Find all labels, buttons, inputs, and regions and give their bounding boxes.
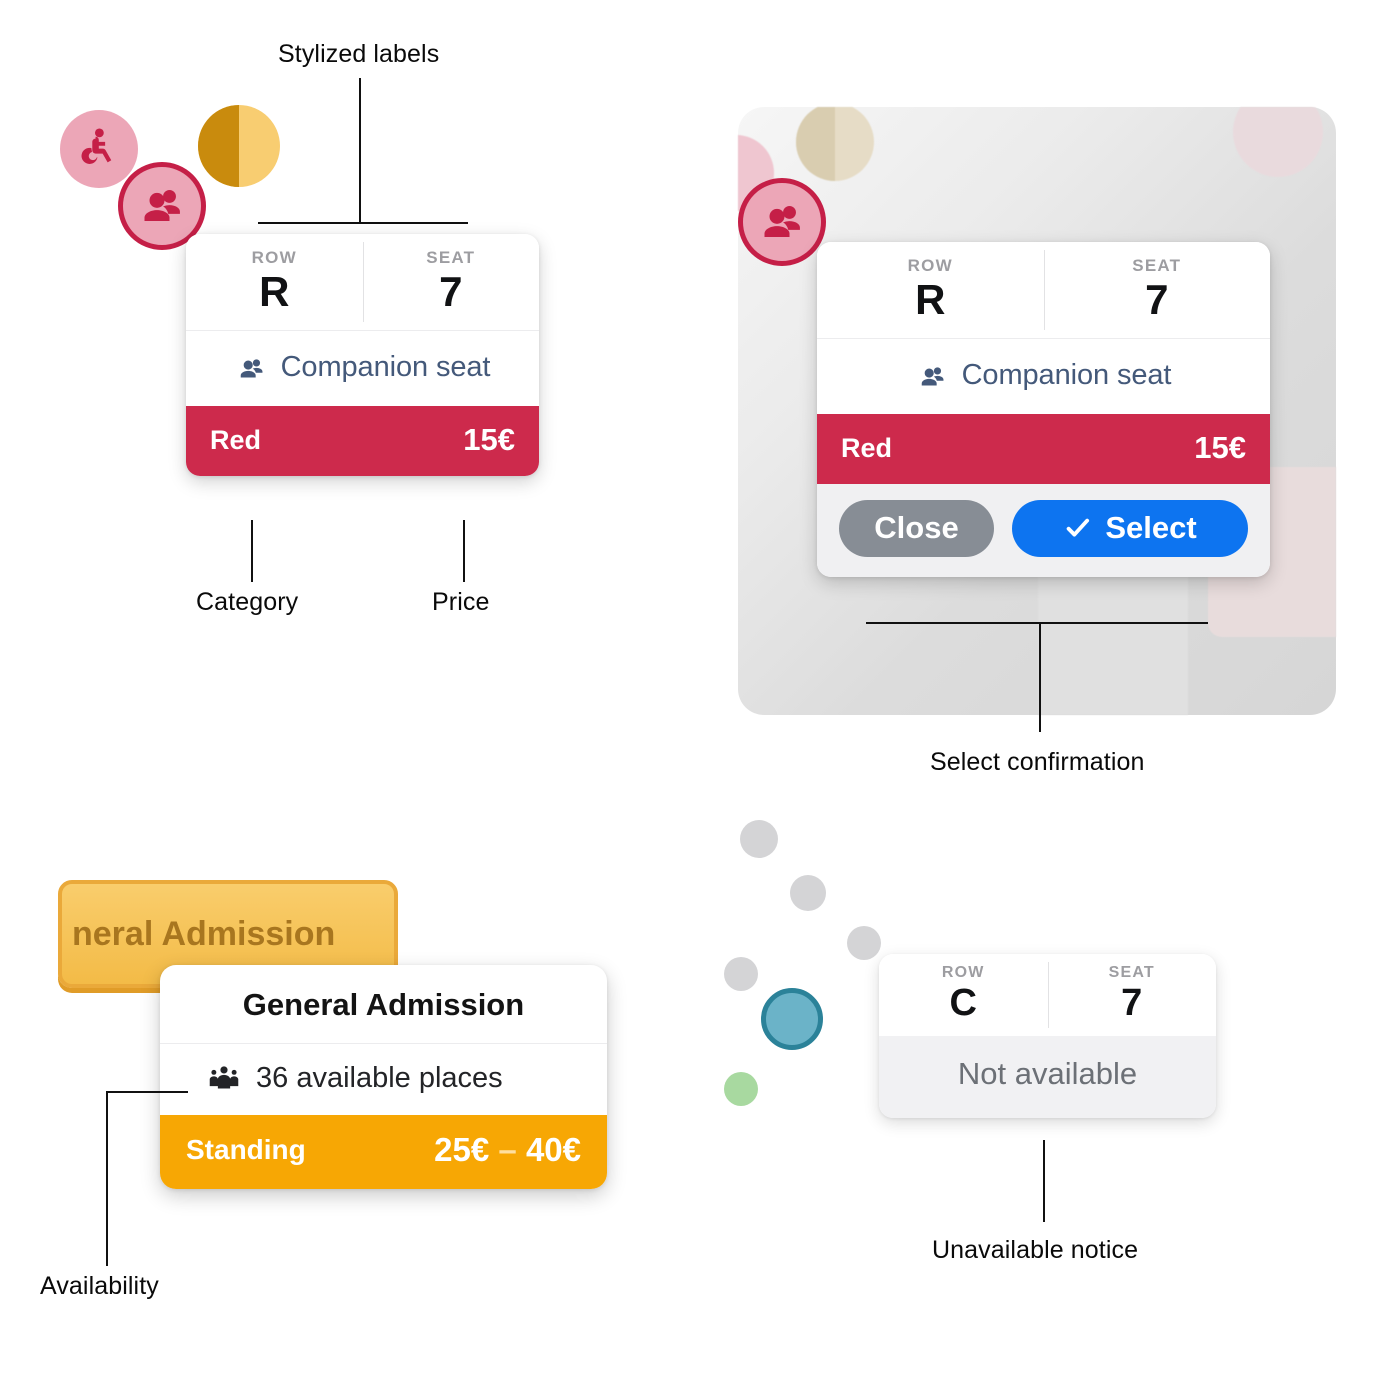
- close-button[interactable]: Close: [839, 500, 994, 558]
- price-min: 25€: [434, 1131, 490, 1168]
- seat-tooltip-row-cell: ROW R: [186, 234, 363, 330]
- general-admission-price-bar: Standing 25€ – 40€: [160, 1115, 607, 1189]
- seat-tooltip-actions: Close Select: [817, 484, 1270, 578]
- seat-dot-gray-1: [740, 820, 778, 858]
- annotation-select-confirmation: Select confirmation: [930, 748, 1145, 776]
- annotation-leader-line-category: [251, 520, 253, 582]
- seat-dot-yellow-half: [198, 105, 239, 187]
- row-label: ROW: [907, 256, 953, 275]
- seat-tooltip-confirm-note: Companion seat: [817, 339, 1270, 415]
- general-admission-availability: 36 available places: [160, 1044, 607, 1115]
- general-admission-title: General Admission: [242, 987, 525, 1022]
- select-button[interactable]: Select: [1012, 500, 1248, 558]
- seat-tooltip-unavailable[interactable]: ROW C SEAT 7 Not available: [879, 954, 1216, 1118]
- people-group-icon: [209, 1065, 239, 1088]
- seat-tooltip-confirm-price-bar: Red 15€: [817, 414, 1270, 485]
- seat-tooltip-header: ROW R SEAT 7: [186, 234, 540, 331]
- row-label: ROW: [251, 248, 297, 267]
- row-label: ROW: [941, 964, 985, 981]
- seat-dot-green: [724, 1072, 758, 1106]
- seat-category: Red: [210, 424, 262, 455]
- seat-tooltip-confirm[interactable]: ROW R SEAT 7 Companion seat Red 15€ Clos…: [817, 242, 1271, 578]
- check-icon: [1067, 518, 1090, 537]
- seat-tooltip-confirm-row-cell: ROW R: [817, 242, 1044, 338]
- seat-tooltip-unavailable-seat-cell: SEAT 7: [1047, 954, 1217, 1036]
- annotation-availability: Availability: [40, 1272, 159, 1300]
- seat-tooltip-unavailable-header: ROW C SEAT 7: [879, 954, 1216, 1036]
- price-max: 40€: [525, 1131, 581, 1168]
- annotation-bracket-availability: [106, 1091, 188, 1093]
- seat-value: 7: [1121, 982, 1143, 1024]
- seat-tooltip-confirm-seat-cell: SEAT 7: [1043, 242, 1271, 338]
- seat-value: 7: [439, 268, 463, 315]
- companion-seat-icon: [921, 366, 944, 386]
- seat-unavailable-status: Not available: [879, 1035, 1216, 1118]
- companion-seat-badge-icon: [144, 189, 180, 221]
- wheelchair-icon: [81, 128, 112, 164]
- wheelchair-seat-badge[interactable]: [60, 110, 138, 188]
- annotation-bracket-stylized-labels: [258, 222, 468, 224]
- annotation-bracket-select-confirmation: [866, 622, 1208, 624]
- seat-price: 15€: [463, 422, 515, 458]
- row-value: R: [915, 276, 946, 323]
- annotation-price: Price: [432, 588, 490, 616]
- row-value: R: [259, 268, 290, 315]
- seat-tooltip-price-bar: Red 15€: [186, 406, 539, 477]
- companion-seat-icon: [240, 358, 263, 378]
- seat-value: 7: [1145, 276, 1169, 323]
- annotation-leader-line-price: [463, 520, 465, 582]
- select-button-label: Select: [1105, 510, 1197, 546]
- seat-tooltip-confirm-header: ROW R SEAT 7: [817, 242, 1271, 339]
- seat-tooltip-selected[interactable]: ROW R SEAT 7 Companion seat Red 15€: [186, 234, 540, 477]
- annotation-category: Category: [196, 588, 299, 616]
- annotation-leader-line-select-confirmation: [1039, 622, 1041, 732]
- seat-label: SEAT: [1108, 964, 1155, 981]
- seat-tooltip-seat-cell: SEAT 7: [362, 234, 540, 330]
- price-dash: –: [498, 1131, 517, 1168]
- seat-tooltip-unavailable-row-cell: ROW C: [879, 954, 1048, 1036]
- seat-dot-gray-2: [790, 875, 826, 911]
- seat-dot-pink-faint-right: [1233, 107, 1323, 177]
- general-admission-tooltip[interactable]: General Admission 36 available places St…: [160, 965, 607, 1189]
- seat-label: SEAT: [426, 248, 476, 267]
- annotation-stylized-labels: Stylized labels: [278, 40, 440, 68]
- seat-tooltip-note: Companion seat: [186, 331, 539, 407]
- companion-seat-badge-dim[interactable]: [738, 178, 826, 266]
- row-value: C: [949, 982, 977, 1024]
- seat-dot-beige-half: [796, 107, 835, 181]
- general-admission-price-range: 25€ – 40€: [434, 1131, 581, 1169]
- annotation-leader-line-unavailable-notice: [1043, 1140, 1045, 1222]
- seat-dot-gray-3: [847, 926, 881, 960]
- annotation-leader-line-stylized-labels: [359, 78, 361, 223]
- seat-price: 15€: [1194, 430, 1246, 466]
- annotation-unavailable-notice: Unavailable notice: [932, 1236, 1139, 1264]
- annotation-leader-line-availability: [106, 1091, 108, 1266]
- seat-tooltip-confirm-note-text: Companion seat: [961, 359, 1172, 392]
- seat-category: Red: [841, 432, 893, 463]
- general-admission-availability-text: 36 available places: [256, 1062, 503, 1094]
- screenshot-canvas: Stylized labels ROW R SEAT 7 Companion s…: [0, 0, 1400, 1400]
- companion-seat-badge-icon: [764, 205, 800, 237]
- seat-label: SEAT: [1132, 256, 1182, 275]
- seat-dot-gray-4: [724, 957, 758, 991]
- seat-tooltip-note-text: Companion seat: [280, 351, 491, 384]
- seat-dot-teal[interactable]: [761, 988, 823, 1050]
- general-admission-category: Standing: [186, 1134, 306, 1165]
- general-admission-block-label: neral Admission: [72, 914, 336, 953]
